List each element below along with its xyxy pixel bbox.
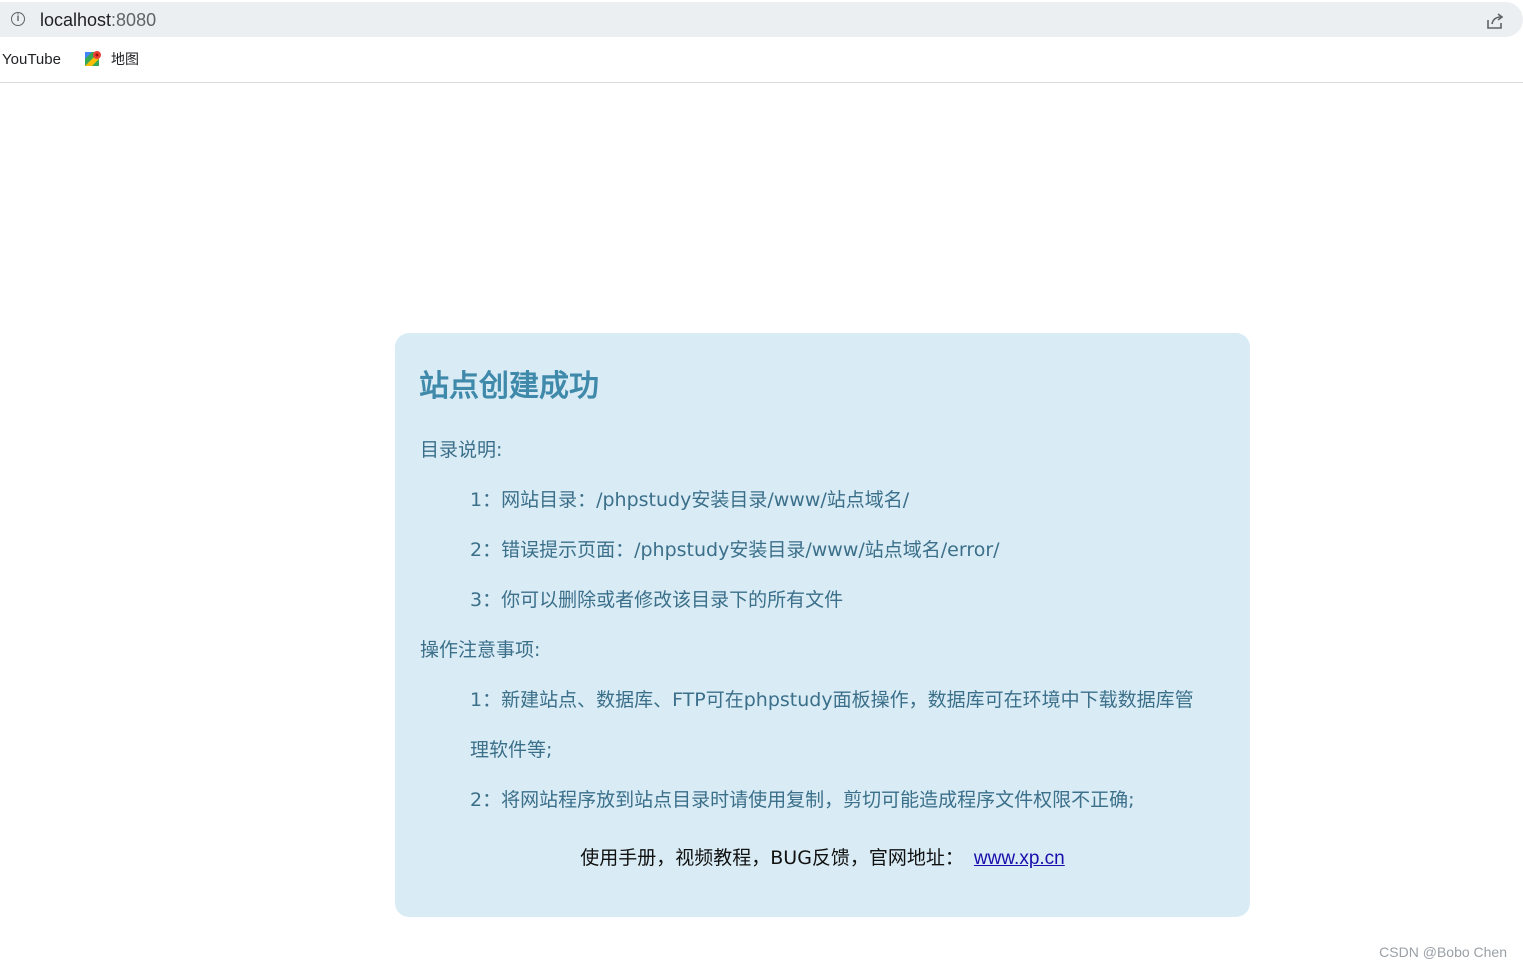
url-port: :8080	[111, 10, 157, 30]
directory-item: 1：网站目录：/phpstudy安装目录/www/站点域名/	[470, 489, 910, 511]
bookmark-youtube-label: YouTube	[2, 51, 61, 68]
operations-item: 2：将网站程序放到站点目录时请使用复制，剪切可能造成程序文件权限不正确;	[470, 789, 1135, 811]
directory-item: 3：你可以删除或者修改该目录下的所有文件	[470, 589, 844, 611]
watermark: CSDN @Bobo Chen	[1379, 944, 1507, 960]
maps-icon	[85, 51, 101, 66]
site-info-icon[interactable]: i	[11, 12, 25, 26]
page-title: 站点创建成功	[419, 369, 599, 404]
success-card: 站点创建成功 目录说明: 1：网站目录：/phpstudy安装目录/www/站点…	[395, 333, 1250, 917]
operations-item-continued: 理软件等;	[470, 739, 553, 761]
official-site-link[interactable]: www.xp.cn	[974, 848, 1065, 869]
directory-heading: 目录说明:	[420, 439, 503, 461]
footer-text: 使用手册，视频教程，BUG反馈，官网地址：	[580, 847, 964, 869]
bookmarks-bar: YouTube 地图	[0, 37, 1523, 83]
bookmark-maps-label: 地图	[111, 52, 139, 68]
operations-item: 1：新建站点、数据库、FTP可在phpstudy面板操作，数据库可在环境中下载数…	[470, 689, 1194, 711]
bookmark-youtube[interactable]: YouTube	[2, 51, 61, 68]
operations-heading: 操作注意事项:	[420, 639, 541, 661]
share-icon[interactable]	[1485, 11, 1505, 31]
directory-item: 2：错误提示页面：/phpstudy安装目录/www/站点域名/error/	[470, 539, 1000, 561]
url-host: localhost	[40, 10, 112, 30]
bookmark-maps[interactable]: 地图	[84, 49, 139, 69]
address-bar[interactable]: i localhost:8080	[0, 2, 1523, 37]
footer-links: 使用手册，视频教程，BUG反馈，官网地址： www.xp.cn	[395, 843, 1250, 870]
url-text[interactable]: localhost:8080	[40, 10, 156, 31]
